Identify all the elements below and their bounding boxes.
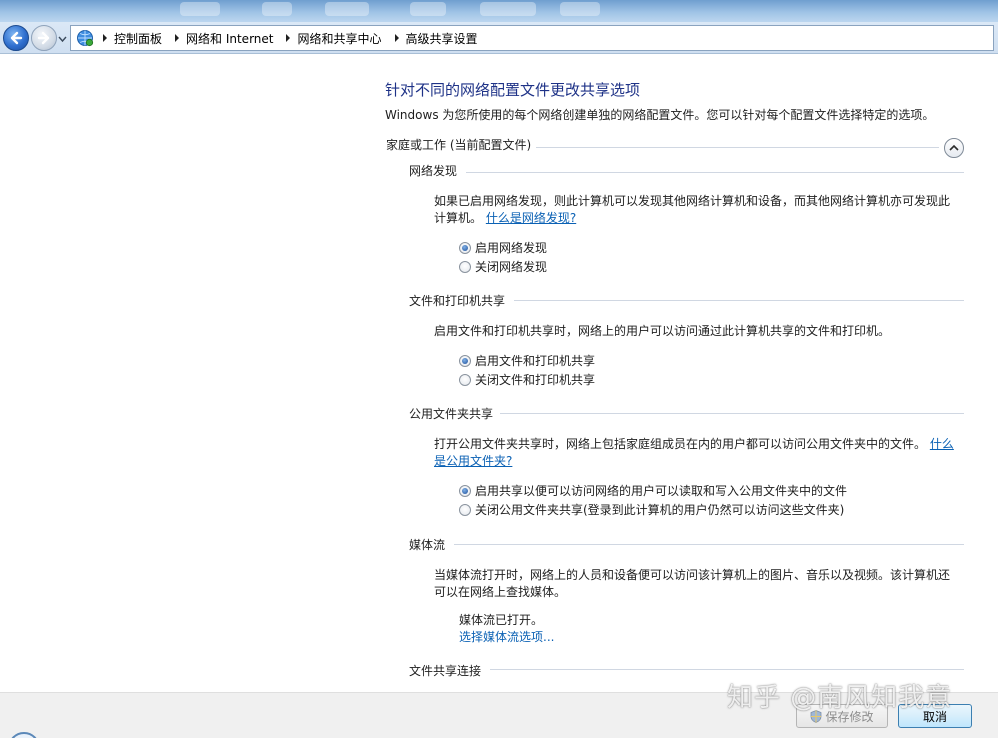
section-divider bbox=[500, 413, 964, 414]
back-arrow-icon bbox=[10, 31, 23, 45]
choose-media-streaming-options-link[interactable]: 选择媒体流选项... bbox=[459, 629, 554, 646]
network-globe-icon bbox=[74, 27, 96, 49]
radio-button[interactable] bbox=[459, 260, 471, 273]
glass-reflection bbox=[560, 2, 600, 16]
profile-divider bbox=[536, 147, 939, 148]
file-printer-sharing-description: 启用文件和打印机共享时，网络上的用户可以访问通过此计算机共享的文件和打印机。 bbox=[434, 324, 891, 338]
glass-reflection bbox=[325, 2, 369, 16]
address-bar[interactable]: 控制面板 网络和 Internet 网络和共享中心 高级共享设置 bbox=[70, 25, 994, 51]
radio-button-selected[interactable] bbox=[459, 241, 471, 254]
profile-header-label[interactable]: 家庭或工作 (当前配置文件) bbox=[386, 136, 531, 153]
watermark-text: 知乎 @南风知我意 bbox=[727, 683, 953, 713]
chevron-up-icon bbox=[949, 144, 959, 151]
section-title-file-printer-sharing: 文件和打印机共享 bbox=[409, 294, 506, 308]
radio-disable-file-printer-sharing[interactable]: 关闭文件和打印机共享 bbox=[459, 371, 595, 388]
radio-label: 启用网络发现 bbox=[475, 241, 548, 255]
recent-pages-dropdown-icon[interactable] bbox=[58, 35, 67, 43]
glass-reflection bbox=[410, 2, 446, 16]
radio-label: 关闭公用文件夹共享(登录到此计算机的用户仍然可以访问这些文件夹) bbox=[475, 503, 845, 517]
page-description: Windows 为您所使用的每个网络创建单独的网络配置文件。您可以针对每个配置文… bbox=[385, 108, 935, 122]
section-divider bbox=[466, 172, 964, 173]
media-streaming-description: 当媒体流打开时，网络上的人员和设备便可以访问该计算机上的图片、音乐以及视频。该计… bbox=[434, 568, 951, 599]
forward-button[interactable] bbox=[31, 25, 57, 51]
breadcrumb-advanced-sharing[interactable]: 高级共享设置 bbox=[406, 30, 484, 47]
section-title-public-folder-sharing: 公用文件夹共享 bbox=[409, 407, 494, 421]
section-title-network-discovery: 网络发现 bbox=[409, 164, 458, 178]
collapse-profile-button[interactable] bbox=[944, 138, 964, 158]
breadcrumb-separator-icon[interactable] bbox=[279, 34, 297, 42]
section-divider bbox=[490, 669, 964, 670]
radio-button[interactable] bbox=[459, 373, 471, 386]
radio-label: 启用文件和打印机共享 bbox=[475, 354, 596, 368]
breadcrumb-separator-icon[interactable] bbox=[96, 34, 114, 42]
radio-disable-network-discovery[interactable]: 关闭网络发现 bbox=[459, 258, 547, 275]
section-divider bbox=[514, 300, 964, 301]
breadcrumb: 控制面板 网络和 Internet 网络和共享中心 高级共享设置 bbox=[96, 26, 484, 50]
radio-disable-public-folder-sharing[interactable]: 关闭公用文件夹共享(登录到此计算机的用户仍然可以访问这些文件夹) bbox=[459, 501, 844, 518]
breadcrumb-separator-icon[interactable] bbox=[388, 34, 406, 42]
glass-reflection bbox=[180, 2, 220, 16]
radio-label: 关闭文件和打印机共享 bbox=[475, 373, 596, 387]
breadcrumb-control-panel[interactable]: 控制面板 bbox=[114, 30, 168, 47]
content-pane: 针对不同的网络配置文件更改共享选项 Windows 为您所使用的每个网络创建单独… bbox=[0, 55, 998, 692]
section-title-media-streaming: 媒体流 bbox=[409, 538, 446, 552]
breadcrumb-network-internet[interactable]: 网络和 Internet bbox=[186, 30, 279, 47]
radio-button[interactable] bbox=[459, 503, 471, 516]
forward-arrow-icon bbox=[37, 31, 50, 45]
radio-enable-file-printer-sharing[interactable]: 启用文件和打印机共享 bbox=[459, 352, 595, 369]
radio-label: 启用共享以便可以访问网络的用户可以读取和写入公用文件夹中的文件 bbox=[475, 484, 848, 498]
breadcrumb-network-sharing-center[interactable]: 网络和共享中心 bbox=[297, 30, 387, 47]
radio-label: 关闭网络发现 bbox=[475, 260, 548, 274]
public-folder-text: 打开公用文件夹共享时，网络上包括家庭组成员在内的用户都可以访问公用文件夹中的文件… bbox=[434, 437, 927, 451]
radio-enable-public-folder-sharing[interactable]: 启用共享以便可以访问网络的用户可以读取和写入公用文件夹中的文件 bbox=[459, 482, 847, 499]
radio-button-selected[interactable] bbox=[459, 354, 471, 367]
what-is-network-discovery-link[interactable]: 什么是网络发现? bbox=[486, 211, 576, 225]
network-discovery-description: 如果已启用网络发现，则此计算机可以发现其他网络计算机和设备，而其他网络计算机亦可… bbox=[434, 193, 954, 227]
window-title-glass bbox=[0, 0, 998, 22]
glass-reflection bbox=[262, 2, 292, 16]
back-button[interactable] bbox=[3, 25, 29, 51]
section-title-file-sharing-connections: 文件共享连接 bbox=[409, 664, 482, 678]
radio-enable-network-discovery[interactable]: 启用网络发现 bbox=[459, 239, 547, 256]
page-title: 针对不同的网络配置文件更改共享选项 bbox=[385, 81, 641, 99]
public-folder-description: 打开公用文件夹共享时，网络上包括家庭组成员在内的用户都可以访问公用文件夹中的文件… bbox=[434, 436, 954, 470]
media-streaming-status: 媒体流已打开。 bbox=[459, 613, 544, 627]
radio-button-selected[interactable] bbox=[459, 484, 471, 497]
glass-reflection bbox=[480, 2, 536, 16]
navigation-bar: 控制面板 网络和 Internet 网络和共享中心 高级共享设置 bbox=[0, 22, 998, 54]
section-divider bbox=[454, 544, 964, 545]
breadcrumb-separator-icon[interactable] bbox=[168, 34, 186, 42]
